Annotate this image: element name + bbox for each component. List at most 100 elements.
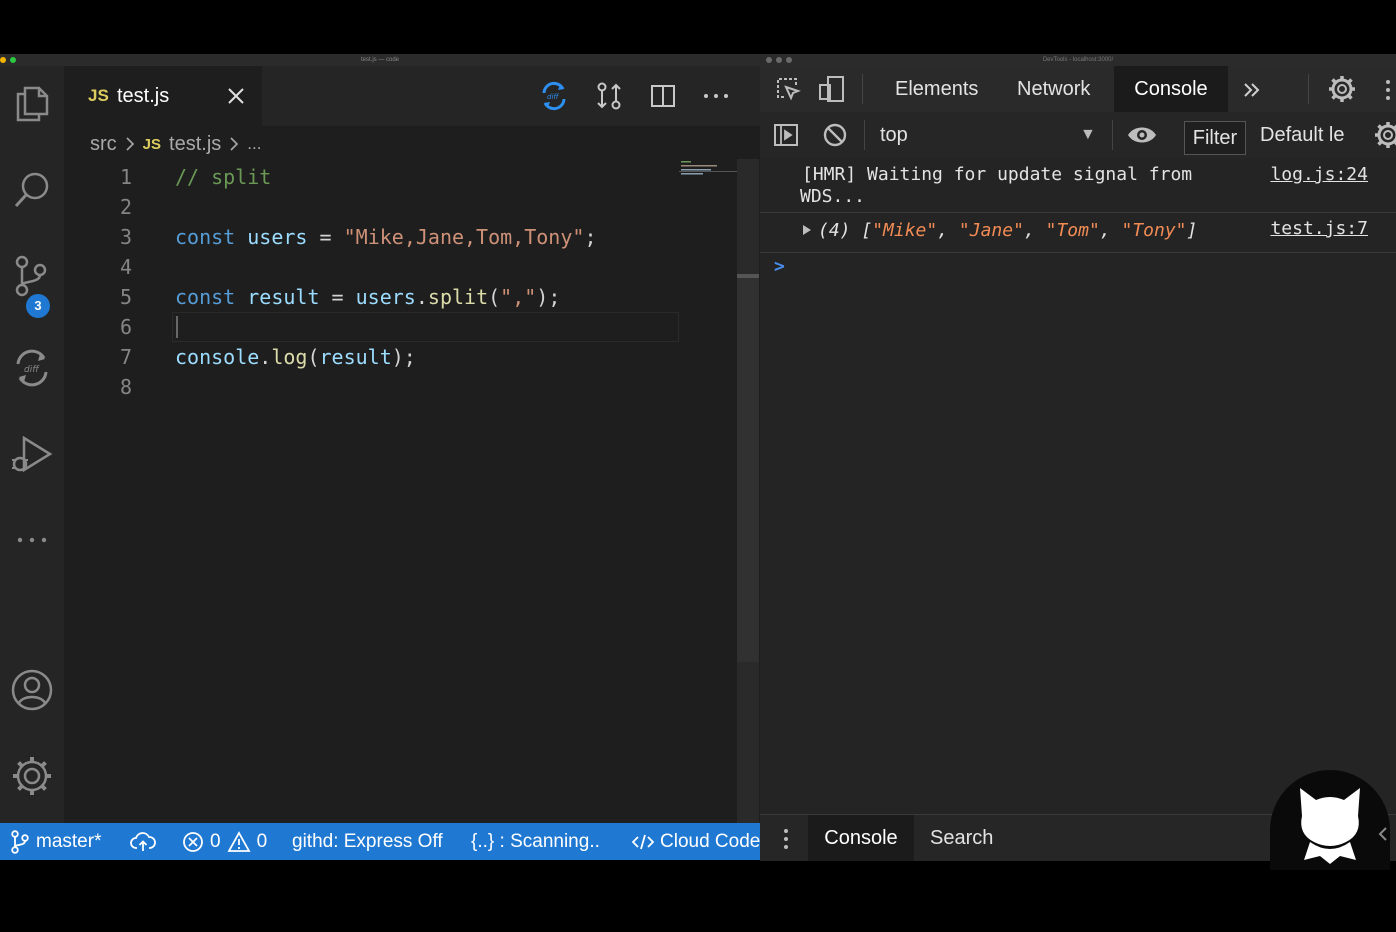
device-toolbar-icon[interactable] [818, 75, 846, 103]
vscode-window: test.js — code 3 diff JS test.js diff sr… [0, 54, 760, 860]
error-icon [182, 831, 204, 853]
devtools-tab-bar: Elements Network Console [760, 66, 1396, 113]
code-variable: result [319, 345, 392, 369]
drawer-tab-search[interactable]: Search [930, 815, 993, 861]
close-icon[interactable] [224, 84, 248, 108]
breadcrumb-folder[interactable]: src [90, 133, 117, 156]
toolbar-divider [1112, 120, 1113, 150]
svg-text:diff: diff [24, 365, 40, 375]
cloud-upload-icon [130, 831, 156, 853]
console-toolbar: top ▼ Filter Default le [760, 112, 1396, 159]
tab-network[interactable]: Network [1017, 66, 1090, 112]
explorer-icon[interactable] [0, 72, 64, 136]
tab-elements[interactable]: Elements [895, 66, 978, 112]
customize-menu-icon[interactable] [1384, 78, 1392, 102]
console-settings-gear-icon[interactable] [1374, 121, 1396, 149]
inspect-element-icon[interactable] [774, 75, 802, 103]
more-views-icon[interactable] [0, 508, 64, 572]
maximize-dot[interactable] [786, 57, 792, 63]
clear-console-icon[interactable] [822, 122, 848, 148]
maximize-dot[interactable] [10, 57, 16, 63]
accounts-icon[interactable] [0, 658, 64, 722]
line-number: 3 [119, 225, 132, 249]
githd-diff-icon[interactable]: diff [0, 336, 64, 400]
source-control-badge: 3 [26, 294, 50, 318]
live-expression-eye-icon[interactable] [1126, 122, 1158, 148]
status-githd[interactable]: githd: Express Off [292, 823, 443, 860]
array-prefix: (4) [ [818, 220, 873, 241]
code-line-3[interactable]: const users = "Mike,Jane,Tom,Tony"; [175, 222, 596, 252]
code-operator: = [319, 285, 356, 309]
drawer-menu-icon[interactable] [782, 827, 790, 851]
breadcrumb-file[interactable]: test.js [169, 133, 221, 156]
code-punct: . [259, 345, 272, 369]
code-comment: // split [175, 165, 272, 189]
status-sync[interactable] [130, 823, 156, 860]
more-actions-icon[interactable] [698, 78, 734, 114]
status-branch-label: master* [36, 831, 102, 852]
code-brackets-icon [632, 832, 654, 852]
code-string: "Mike,Jane,Tom,Tony" [343, 225, 585, 249]
array-separator: , [1023, 220, 1046, 241]
editor-scrollbar-thumb[interactable] [737, 274, 759, 278]
code-line-1[interactable]: // split [175, 162, 271, 192]
run-debug-icon[interactable] [0, 422, 64, 486]
close-dot[interactable] [766, 57, 772, 63]
minimize-dot[interactable] [776, 57, 782, 63]
line-number: 5 [119, 285, 132, 309]
line-number: 8 [119, 375, 132, 399]
text-cursor [176, 316, 178, 338]
source-link[interactable]: test.js:7 [1270, 218, 1368, 239]
git-branch-icon [10, 829, 30, 854]
githd-diff-action-icon[interactable]: diff [536, 78, 572, 114]
status-bar: master* 0 0 githd: Express Off {..} : Sc… [0, 823, 760, 860]
minimap[interactable] [679, 159, 737, 179]
code-function: split [427, 285, 489, 309]
vscode-window-title: test.js — code [360, 57, 399, 63]
tab-console[interactable]: Console [1114, 66, 1228, 112]
status-problems[interactable]: 0 0 [182, 823, 267, 860]
editor-tab-bar: JS test.js diff [64, 66, 760, 126]
activity-bar: 3 diff [0, 66, 64, 823]
status-scanning[interactable]: {..} : Scanning.. [471, 823, 600, 860]
console-output[interactable]: [HMR] Waiting for update signal from WDS… [760, 158, 1396, 814]
code-line-5[interactable]: const result = users.split(","); [175, 282, 560, 312]
status-cloud-code[interactable]: Cloud Code [632, 823, 760, 860]
line-number: 4 [119, 255, 132, 279]
compare-changes-icon[interactable] [591, 78, 627, 114]
message-text-line-2: WDS... [800, 186, 866, 207]
console-prompt[interactable]: > [774, 256, 785, 277]
more-tabs-icon[interactable] [1240, 78, 1264, 102]
minimize-dot[interactable] [0, 57, 6, 63]
code-line-7[interactable]: console.log(result); [175, 342, 416, 372]
editor-scrollbar-region[interactable] [737, 278, 759, 662]
drawer-tab-console[interactable]: Console [808, 815, 914, 861]
code-keyword: const [175, 225, 236, 249]
context-selector[interactable]: top [880, 112, 908, 158]
source-link[interactable]: log.js:24 [1270, 164, 1368, 185]
expand-triangle-icon[interactable] [802, 224, 812, 236]
breadcrumb-more[interactable]: ... [247, 134, 261, 154]
array-separator: , [937, 220, 959, 241]
status-branch[interactable]: master* [10, 823, 101, 860]
search-icon[interactable] [0, 158, 64, 222]
js-file-icon: JS [142, 135, 162, 153]
dropdown-arrow-icon[interactable]: ▼ [1080, 126, 1096, 144]
warning-count: 0 [256, 831, 268, 852]
code-variable: users [247, 225, 308, 249]
sidebar-toggle-icon[interactable] [773, 122, 799, 148]
warning-icon [227, 830, 251, 853]
filter-input[interactable]: Filter [1184, 121, 1246, 155]
tab-label: test.js [117, 85, 170, 107]
log-levels-dropdown[interactable]: Default le [1260, 112, 1345, 158]
settings-gear-icon[interactable] [1328, 75, 1356, 103]
tab-test-js[interactable]: JS test.js [64, 66, 262, 126]
array-separator: , [1099, 220, 1122, 241]
settings-gear-icon[interactable] [0, 744, 64, 808]
split-editor-icon[interactable] [645, 78, 681, 114]
array-item: "Mike" [872, 220, 938, 241]
current-line-highlight [172, 312, 679, 342]
array-item: "Tom" [1045, 220, 1100, 241]
console-message[interactable]: (4) ["Mike", "Jane", "Tom", "Tony"] test… [760, 212, 1396, 253]
code-function: log [271, 345, 308, 369]
